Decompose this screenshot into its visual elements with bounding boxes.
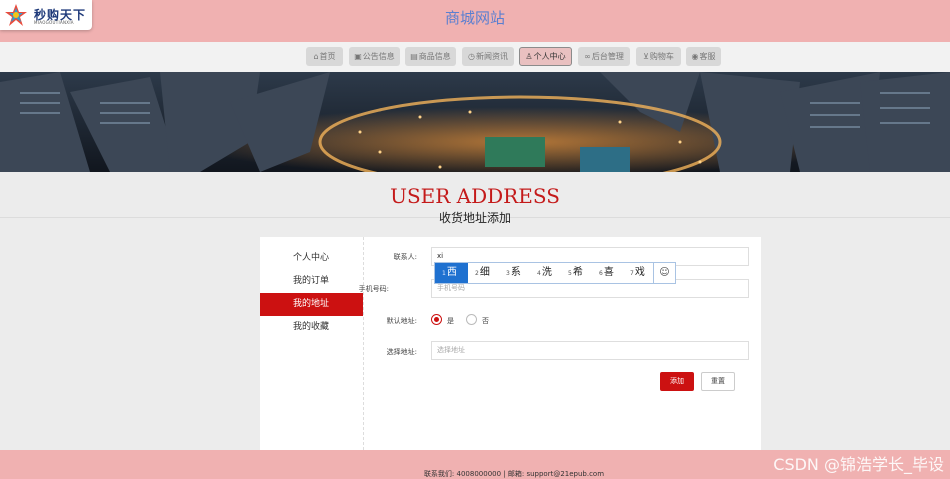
default-address-label: 默认地址: <box>386 317 417 325</box>
sidebar-item-personal-center[interactable]: 个人中心 <box>260 247 363 270</box>
site-title: 商城网站 <box>444 9 505 27</box>
cart-icon: ⊻ <box>643 52 649 61</box>
address-select-placeholder: 选择地址 <box>437 346 465 354</box>
default-yes-label: 是 <box>447 317 454 325</box>
announcement-icon: ▣ <box>354 52 362 61</box>
product-icon: ▤ <box>410 52 418 61</box>
default-yes-radio[interactable] <box>431 314 442 325</box>
nav-item-admin[interactable]: ∞后台管理 <box>578 47 630 66</box>
nav-label: 新闻资讯 <box>475 52 508 61</box>
header: 秒购天下 MIAOGOUTIANXIA 商城网站 <box>0 0 950 42</box>
nav-label: 后台管理 <box>591 52 624 61</box>
reset-button[interactable]: 重置 <box>701 372 735 391</box>
nav-item-cart[interactable]: ⊻购物车 <box>636 47 681 66</box>
nav-label: 首页 <box>319 52 336 61</box>
link-icon: ∞ <box>584 52 591 61</box>
phone-label: 手机号码: <box>358 285 389 293</box>
ime-candidate[interactable]: 2细 <box>475 263 503 283</box>
nav-item-products[interactable]: ▤商品信息 <box>405 47 456 66</box>
contact-label: 联系人: <box>393 253 417 261</box>
default-no-radio[interactable] <box>466 314 477 325</box>
news-icon: ◷ <box>468 52 475 61</box>
contact-input-value: xi <box>437 252 444 260</box>
user-icon: ♙ <box>525 52 533 61</box>
banner-image <box>0 72 950 172</box>
nav-label: 客服 <box>699 52 716 61</box>
city-night-image <box>0 72 950 172</box>
phone-input-placeholder: 手机号码 <box>437 284 465 292</box>
nav-item-home[interactable]: ⌂首页 <box>306 47 343 66</box>
address-label: 选择地址: <box>386 348 417 356</box>
page-title: 收货地址添加 <box>438 211 511 225</box>
watermark: CSDN @锦浩学长_毕设 <box>773 455 944 474</box>
emoji-icon[interactable]: ☺ <box>653 263 675 283</box>
nav-item-announcements[interactable]: ▣公告信息 <box>349 47 400 66</box>
sidebar-item-favorites[interactable]: 我的收藏 <box>260 316 363 339</box>
ime-candidate[interactable]: 3系 <box>506 263 534 283</box>
nav-label: 个人中心 <box>533 52 566 61</box>
ime-candidate[interactable]: 1西 <box>435 263 468 283</box>
address-select[interactable]: 选择地址 <box>431 341 749 360</box>
nav-item-news[interactable]: ◷新闻资讯 <box>462 47 514 66</box>
page-title-en: USER ADDRESS <box>390 184 560 208</box>
sidebar: 个人中心 我的订单 我的地址 我的收藏 <box>260 237 364 450</box>
ime-candidate[interactable]: 4洗 <box>537 263 565 283</box>
nav-label: 购物车 <box>649 52 674 61</box>
ime-candidate[interactable]: 5希 <box>568 263 596 283</box>
nav-label: 商品信息 <box>418 52 451 61</box>
service-icon: ◉ <box>691 52 699 61</box>
nav-item-service[interactable]: ◉客服 <box>686 47 721 66</box>
ime-candidate[interactable]: 6喜 <box>599 263 627 283</box>
default-no-label: 否 <box>482 317 489 325</box>
main-nav: ⌂首页 ▣公告信息 ▤商品信息 ◷新闻资讯 ♙个人中心 ∞后台管理 ⊻购物车 ◉… <box>0 42 950 72</box>
sidebar-item-address[interactable]: 我的地址 <box>260 293 363 316</box>
nav-item-personal-center[interactable]: ♙个人中心 <box>519 47 572 66</box>
nav-label: 公告信息 <box>362 52 395 61</box>
home-icon: ⌂ <box>313 52 319 61</box>
ime-candidate-popup: 1西 2细 3系 4洗 5希 6喜 7戏 ☺ <box>434 262 676 284</box>
add-button[interactable]: 添加 <box>660 372 694 391</box>
